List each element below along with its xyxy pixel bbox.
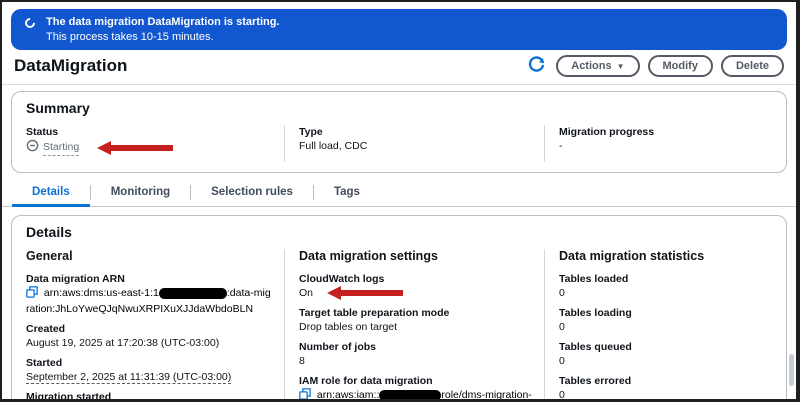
statistics-heading: Data migration statistics — [559, 249, 705, 263]
tables-errored-label: Tables errored — [559, 375, 632, 387]
migration-progress-label: Migration progress — [559, 126, 655, 138]
flash-migration-name: DataMigration — [147, 16, 221, 28]
status-in-progress-icon — [26, 139, 39, 156]
status-text[interactable]: Starting — [43, 140, 80, 156]
annotation-arrow-cloudwatch — [327, 286, 404, 301]
modify-button[interactable]: Modify — [647, 55, 713, 77]
created-label: Created — [26, 323, 66, 335]
tab-bar: Details Monitoring Selection rules Tags — [2, 179, 796, 207]
delete-button[interactable]: Delete — [720, 55, 784, 77]
tables-loaded-value: 0 — [559, 287, 565, 299]
summary-heading: Summary — [26, 100, 90, 116]
arn-prefix-text: arn:aws:dms:us-east-1:1 — [43, 287, 159, 299]
chevron-down-icon: ▼ — [616, 62, 625, 71]
statistics-column: Data migration statistics Tables loaded … — [544, 249, 772, 401]
refresh-button[interactable] — [525, 55, 548, 77]
started-label: Started — [26, 357, 63, 369]
tables-errored-value: 0 — [559, 389, 565, 401]
dms-console-window: The data migration DataMigration is star… — [0, 0, 800, 402]
tab-monitoring[interactable]: Monitoring — [91, 179, 190, 206]
general-column: General Data migration ARN arn:aws:dms:u… — [26, 249, 284, 402]
iam-arn-prefix-text: arn:aws:iam:: — [316, 389, 380, 402]
number-of-jobs-value: 8 — [299, 355, 305, 368]
data-migration-arn-value: arn:aws:dms:us-east-1:1:data-migration:J… — [26, 286, 274, 316]
actions-button[interactable]: Actions ▼ — [556, 55, 640, 77]
summary-status-column: Status Starting — [26, 125, 284, 162]
page-title: DataMigration — [14, 56, 128, 75]
details-heading: Details — [26, 224, 72, 240]
annotation-arrow-status — [97, 140, 174, 155]
number-of-jobs-label: Number of jobs — [299, 341, 377, 354]
created-value: August 19, 2025 at 17:20:38 (UTC-03:00) — [26, 337, 220, 349]
target-prep-label: Target table preparation mode — [299, 307, 450, 320]
refresh-icon — [527, 55, 546, 77]
tables-queued-label: Tables queued — [559, 341, 632, 353]
summary-card: Summary Status Starting Type Full load, … — [11, 91, 787, 173]
migration-progress-value: - — [559, 140, 563, 152]
type-value: Full load, CDC — [299, 140, 368, 152]
details-columns: General Data migration ARN arn:aws:dms:u… — [26, 249, 772, 402]
settings-heading: Data migration settings — [299, 249, 438, 263]
iam-role-value: arn:aws:iam::role/dms-migration-role-tes… — [299, 388, 534, 402]
vertical-scrollbar[interactable] — [789, 354, 794, 386]
flash-message-line2: This process takes 10-15 minutes. — [46, 31, 214, 43]
actions-button-label: Actions — [571, 60, 612, 72]
migration-started-label: Migration started — [26, 391, 112, 402]
tables-loaded-label: Tables loaded — [559, 273, 629, 285]
general-heading: General — [26, 249, 73, 263]
flash-text-prefix: The data migration — [46, 16, 148, 28]
flash-message-line1: The data migration DataMigration is star… — [46, 15, 280, 30]
cloudwatch-logs-label: CloudWatch logs — [299, 273, 385, 285]
tab-details[interactable]: Details — [12, 179, 90, 207]
redaction-box — [379, 389, 442, 399]
tables-loading-value: 0 — [559, 321, 565, 333]
target-prep-value: Drop tables on target — [299, 321, 398, 334]
flash-text-suffix: is starting. — [220, 16, 280, 28]
summary-columns: Status Starting Type Full load, CDC Migr… — [26, 125, 772, 162]
details-card: Details General Data migration ARN arn:a… — [11, 215, 787, 402]
tables-queued-value: 0 — [559, 355, 565, 367]
settings-column: Data migration settings CloudWatch logs … — [284, 249, 544, 402]
iam-role-label: IAM role for data migration — [299, 375, 433, 388]
type-label: Type — [299, 126, 323, 138]
tab-selection-rules[interactable]: Selection rules — [191, 179, 313, 206]
tab-tags[interactable]: Tags — [314, 179, 380, 206]
summary-progress-column: Migration progress - — [544, 125, 772, 162]
tables-loading-label: Tables loading — [559, 307, 632, 319]
progress-flash-banner: The data migration DataMigration is star… — [11, 9, 787, 50]
cloudwatch-logs-value: On — [299, 286, 534, 301]
copy-icon[interactable] — [299, 388, 314, 399]
copy-icon[interactable] — [26, 286, 41, 301]
summary-type-column: Type Full load, CDC — [284, 125, 544, 162]
status-value: Starting — [26, 139, 274, 156]
page-header: DataMigration Actions ▼ Modify Delete — [2, 50, 796, 85]
flash-message: The data migration DataMigration is star… — [46, 15, 280, 44]
status-label: Status — [26, 126, 59, 138]
redaction-box — [158, 287, 227, 299]
started-value: September 2, 2025 at 11:31:39 (UTC-03:00… — [26, 371, 232, 384]
header-actions: Actions ▼ Modify Delete — [525, 55, 784, 77]
loading-spinner-icon — [22, 15, 38, 31]
data-migration-arn-label: Data migration ARN — [26, 273, 125, 285]
